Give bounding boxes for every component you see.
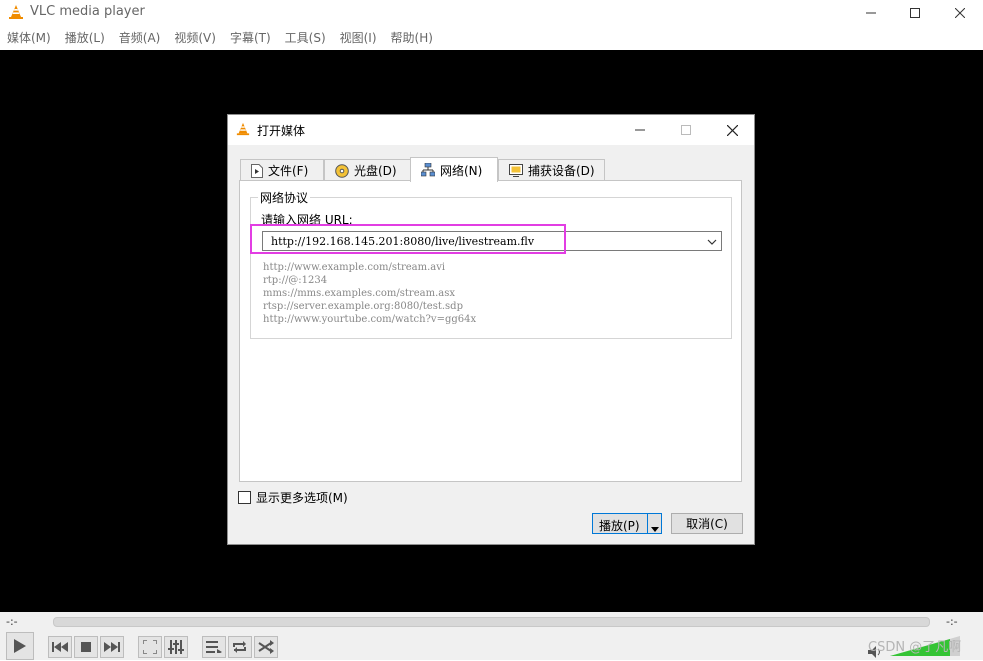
loop-button[interactable] xyxy=(228,636,252,658)
example-url: rtsp://server.example.org:8080/test.sdp xyxy=(263,301,463,312)
stop-icon xyxy=(81,642,91,652)
play-split-button[interactable]: 播放(P) xyxy=(592,513,662,534)
tab-file-label: 文件(F) xyxy=(268,164,309,178)
show-more-options-checkbox[interactable] xyxy=(238,491,251,504)
maximize-button[interactable] xyxy=(892,0,938,26)
tab-network-label: 网络(N) xyxy=(440,163,483,178)
tab-capture-device[interactable]: 捕获设备(D) xyxy=(498,159,605,181)
url-value: http://192.168.145.201:8080/live/livestr… xyxy=(271,235,535,248)
remaining-time: -:- xyxy=(946,615,958,628)
example-url: mms://mms.examples.com/stream.asx xyxy=(263,288,455,299)
url-examples: http://www.example.com/stream.avi rtp://… xyxy=(263,261,476,326)
dropdown-arrow-icon[interactable] xyxy=(651,521,659,535)
tab-disc[interactable]: 光盘(D) xyxy=(324,159,411,181)
tab-capture-device-label: 捕获设备(D) xyxy=(528,164,595,178)
vlc-cone-icon xyxy=(8,4,24,20)
playlist-button[interactable] xyxy=(202,636,226,658)
loop-icon xyxy=(233,641,246,653)
play-icon xyxy=(14,639,26,653)
menu-video[interactable]: 视频(V) xyxy=(167,28,223,50)
player-controls: -:- -:- xyxy=(0,612,983,660)
equalizer-icon xyxy=(168,640,184,654)
disc-icon xyxy=(335,163,349,178)
menu-tools[interactable]: 工具(S) xyxy=(278,28,333,50)
csdn-watermark: CSDN @了凡啊 xyxy=(868,640,962,655)
playlist-icon xyxy=(206,641,222,653)
tab-disc-label: 光盘(D) xyxy=(354,164,397,178)
cancel-button[interactable]: 取消(C) xyxy=(671,513,743,534)
dialog-close-button[interactable] xyxy=(709,115,755,145)
shuffle-icon xyxy=(258,640,274,654)
show-more-options-row[interactable]: 显示更多选项(M) xyxy=(238,489,348,506)
menu-playback[interactable]: 播放(L) xyxy=(58,28,112,50)
dialog-titlebar: 打开媒体 xyxy=(228,115,754,145)
example-url: rtp://@:1234 xyxy=(263,275,328,286)
menu-media[interactable]: 媒体(M) xyxy=(0,28,58,50)
url-input[interactable]: http://192.168.145.201:8080/live/livestr… xyxy=(262,231,722,251)
show-more-options-label: 显示更多选项(M) xyxy=(256,491,348,505)
main-titlebar: VLC media player xyxy=(0,0,983,26)
network-tab-panel: 网络协议 请输入网络 URL: http://192.168.145.201:8… xyxy=(239,180,742,482)
open-media-dialog: 打开媒体 文件(F) 光盘(D) 网络(N) 捕获设备(D) 网络协议 请输入网… xyxy=(227,114,755,545)
minimize-button[interactable] xyxy=(848,0,894,26)
dialog-minimize-button[interactable] xyxy=(617,115,663,145)
dialog-title: 打开媒体 xyxy=(257,124,306,138)
menu-help[interactable]: 帮助(H) xyxy=(384,28,440,50)
shuffle-button[interactable] xyxy=(254,636,278,658)
previous-button[interactable] xyxy=(48,636,72,658)
example-url: http://www.example.com/stream.avi xyxy=(263,262,446,273)
chevron-down-icon[interactable] xyxy=(707,236,717,250)
url-label: 请输入网络 URL: xyxy=(261,213,353,227)
menu-audio[interactable]: 音频(A) xyxy=(112,28,168,50)
group-title: 网络协议 xyxy=(258,189,311,206)
skip-next-icon xyxy=(104,642,120,652)
network-icon xyxy=(421,163,435,177)
tab-file[interactable]: 文件(F) xyxy=(240,159,324,181)
menu-view[interactable]: 视图(I) xyxy=(333,28,384,50)
elapsed-time: -:- xyxy=(6,615,18,628)
extended-settings-button[interactable] xyxy=(164,636,188,658)
play-button-label: 播放(P) xyxy=(599,519,640,533)
file-icon xyxy=(251,163,263,178)
close-button[interactable] xyxy=(937,0,983,26)
play-button[interactable] xyxy=(6,632,34,660)
seek-bar[interactable] xyxy=(53,617,930,627)
skip-previous-icon xyxy=(52,642,68,652)
window-title: VLC media player xyxy=(30,4,145,19)
tab-network[interactable]: 网络(N) xyxy=(410,157,498,182)
split-divider xyxy=(647,514,648,533)
fullscreen-button[interactable] xyxy=(138,636,162,658)
capture-device-icon xyxy=(509,164,523,177)
dialog-maximize-button xyxy=(663,115,709,145)
menu-bar: 媒体(M) 播放(L) 音频(A) 视频(V) 字幕(T) 工具(S) 视图(I… xyxy=(0,28,983,50)
vlc-cone-icon xyxy=(236,122,250,139)
menu-subtitle[interactable]: 字幕(T) xyxy=(223,28,278,50)
fullscreen-icon xyxy=(143,640,157,654)
next-button[interactable] xyxy=(100,636,124,658)
stop-button[interactable] xyxy=(74,636,98,658)
example-url: http://www.yourtube.com/watch?v=gg64x xyxy=(263,314,477,325)
